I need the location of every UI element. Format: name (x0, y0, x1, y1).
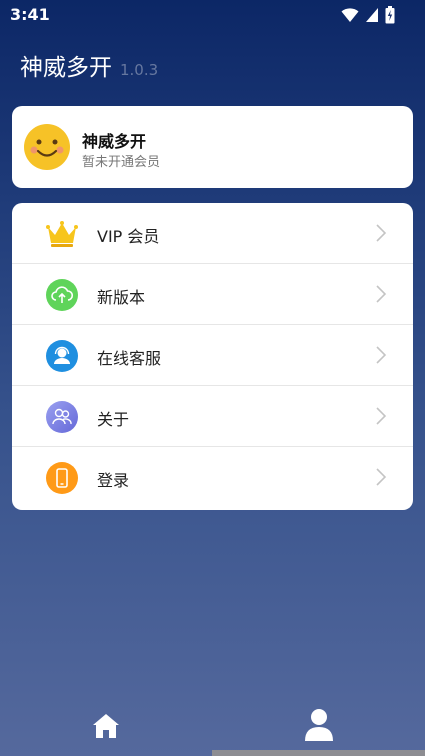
membership-status: 暂未开通会员 (82, 155, 161, 170)
customer-service-icon (46, 340, 78, 372)
person-icon[interactable] (304, 708, 334, 742)
menu-label: 登录 (97, 471, 130, 490)
app-version: 1.0.3 (120, 61, 159, 79)
menu-label: 新版本 (97, 288, 146, 307)
app-header: 神威多开 1.0.3 (20, 48, 158, 82)
smiley-face-icon (24, 124, 70, 170)
status-time: 3:41 (10, 5, 50, 24)
cloud-upload-icon (46, 279, 78, 311)
phone-login-icon (46, 462, 78, 494)
menu-label: VIP 会员 (97, 227, 160, 246)
home-icon[interactable] (92, 712, 120, 740)
crown-icon (46, 221, 78, 247)
chevron-right-icon (376, 285, 387, 303)
menu-label: 关于 (97, 410, 130, 429)
active-tab-indicator (212, 750, 425, 756)
menu-item-customer-service[interactable]: 在线客服 (12, 325, 413, 386)
menu-label: 在线客服 (97, 349, 162, 368)
profile-card[interactable]: 神威多开 暂未开通会员 (12, 106, 413, 188)
status-bar: 3:41 (0, 0, 425, 30)
status-icons (341, 6, 395, 24)
chevron-right-icon (376, 407, 387, 425)
wifi-icon (341, 8, 359, 22)
chevron-right-icon (376, 468, 387, 486)
menu-item-new-version[interactable]: 新版本 (12, 264, 413, 325)
chevron-right-icon (376, 224, 387, 242)
bottom-nav (0, 696, 425, 756)
profile-name: 神威多开 (82, 132, 147, 151)
app-name: 神威多开 (20, 55, 112, 81)
signal-icon (366, 8, 378, 22)
battery-icon (385, 6, 395, 24)
chevron-right-icon (376, 346, 387, 364)
menu-list: VIP 会员 新版本 在线客服 关于 登录 (12, 203, 413, 510)
menu-item-login[interactable]: 登录 (12, 447, 413, 509)
about-users-icon (46, 401, 78, 433)
menu-item-about[interactable]: 关于 (12, 386, 413, 447)
menu-item-vip[interactable]: VIP 会员 (12, 203, 413, 264)
